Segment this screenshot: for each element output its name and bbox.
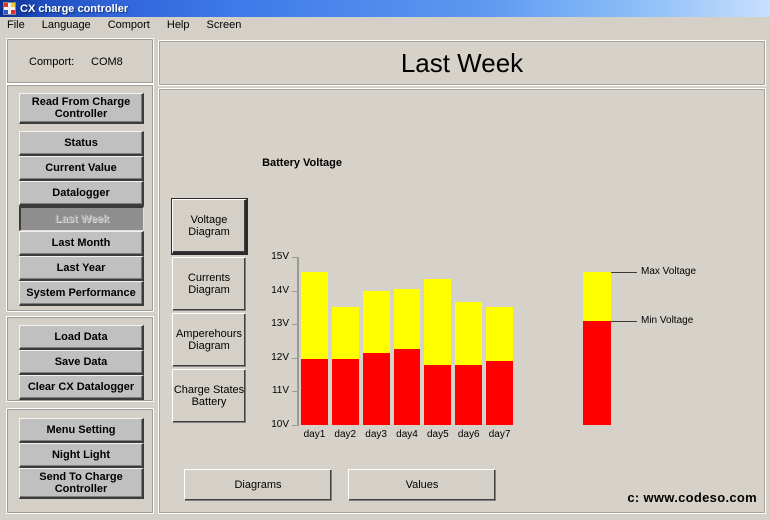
x-axis-label: day5	[427, 429, 449, 440]
bar-segment-max	[331, 307, 359, 360]
comport-label: Comport:	[29, 56, 75, 68]
bar-segment-max	[455, 302, 483, 365]
diagrams-button[interactable]: Diagrams	[184, 469, 332, 501]
x-axis-label: day1	[303, 429, 326, 440]
settings-group: Menu Setting Night Light Send To Charge …	[6, 408, 154, 514]
y-axis-tick	[292, 290, 297, 292]
bar-segment-min	[455, 364, 483, 425]
send-to-charge-controller-button[interactable]: Send To Charge Controller	[19, 468, 144, 499]
legend-leader-line	[611, 272, 637, 274]
sidebar-item-status[interactable]: Status	[19, 131, 144, 156]
x-axis-label: day2	[334, 429, 357, 440]
bar-day5	[424, 278, 452, 425]
window-titlebar: CX charge controller	[0, 0, 770, 17]
legend-indicator-bar	[583, 272, 611, 425]
battery-voltage-plot: 15V 14V 13V 12V 11V 10V day1 day2 day3 day4 day5 da…	[269, 251, 519, 440]
values-button[interactable]: Values	[348, 469, 496, 501]
night-light-button[interactable]: Night Light	[19, 443, 144, 468]
legend-label-min: Min Voltage	[641, 314, 694, 326]
bar-segment-min	[424, 364, 452, 425]
voltage-range-legend: Max Voltage Min Voltage	[569, 257, 749, 437]
charge-states-battery-button[interactable]: Charge States Battery	[172, 369, 246, 423]
bar-segment-max	[362, 290, 390, 353]
page-title: Last Week	[158, 40, 766, 86]
bar-segment-min	[362, 352, 390, 425]
save-data-button[interactable]: Save Data	[19, 350, 144, 375]
bar-day3	[362, 290, 390, 425]
menu-item-language[interactable]: Language	[39, 18, 94, 32]
legend-label-max: Max Voltage	[641, 266, 697, 278]
y-axis-label: 15V	[271, 251, 289, 262]
credit-text: c: www.codeso.com	[627, 490, 757, 505]
app-icon	[3, 2, 16, 15]
currents-diagram-button[interactable]: Currents Diagram	[172, 257, 246, 311]
load-data-button[interactable]: Load Data	[19, 325, 144, 350]
bar-day4	[393, 288, 421, 425]
x-axis-label: day6	[457, 429, 480, 440]
legend-leader-line	[611, 320, 637, 322]
y-axis-tick	[292, 425, 297, 426]
chart-title: Battery Voltage	[262, 157, 342, 169]
bar-segment-min	[393, 349, 421, 425]
bar-day1	[301, 272, 328, 425]
y-axis-label: 13V	[271, 318, 289, 330]
menu-item-comport[interactable]: Comport	[105, 18, 153, 32]
x-axis-label: day3	[365, 429, 387, 440]
bar-day6	[455, 302, 483, 425]
navigation-group: Read From Charge Controller Status Curre…	[6, 84, 154, 312]
voltage-diagram-button[interactable]: Voltage Diagram	[172, 199, 247, 254]
y-axis-label: 12V	[271, 351, 289, 363]
bar-segment-min	[301, 359, 328, 425]
bar-segment-max	[424, 278, 452, 365]
sidebar-item-datalogger[interactable]: Datalogger	[19, 181, 144, 206]
y-axis-tick	[292, 324, 297, 326]
legend-segment-min	[583, 320, 611, 425]
window-title: CX charge controller	[20, 2, 129, 15]
sidebar-item-last-week[interactable]: Last Week	[19, 206, 144, 231]
chart-pane: Battery Voltage Voltage Diagram Currents…	[158, 88, 766, 514]
bar-segment-max	[393, 288, 421, 350]
x-axis-label: day4	[396, 429, 418, 440]
bar-segment-min	[486, 361, 513, 425]
x-axis-label: day7	[488, 429, 511, 440]
y-axis-tick	[292, 257, 297, 258]
bar-day7	[486, 307, 513, 425]
bar-segment-max	[486, 307, 513, 362]
legend-segment-max	[583, 272, 611, 321]
y-axis	[297, 257, 299, 426]
comport-group: Comport: COM8	[6, 38, 154, 84]
menu-setting-button[interactable]: Menu Setting	[19, 418, 144, 443]
y-axis-label: 10V	[271, 419, 289, 430]
comport-value: COM8	[91, 56, 123, 68]
menu-bar: File Language Comport Help Screen	[0, 17, 770, 33]
bar-segment-max	[301, 272, 328, 360]
data-group: Load Data Save Data Clear CX Datalogger	[6, 316, 154, 402]
menu-item-help[interactable]: Help	[164, 18, 193, 32]
read-from-charge-controller-button[interactable]: Read From Charge Controller	[19, 93, 144, 124]
menu-item-file[interactable]: File	[4, 18, 28, 32]
sidebar-item-current-value[interactable]: Current Value	[19, 156, 144, 181]
y-axis-label: 14V	[271, 284, 289, 296]
y-axis-tick	[292, 357, 297, 359]
page-title-text: Last Week	[400, 47, 524, 78]
clear-cx-datalogger-button[interactable]: Clear CX Datalogger	[19, 375, 144, 400]
bar-segment-min	[331, 359, 359, 425]
application-window: CX charge controller File Language Compo…	[0, 0, 770, 520]
menu-item-screen[interactable]: Screen	[204, 18, 245, 32]
amperehours-diagram-button[interactable]: Amperehours Diagram	[172, 313, 246, 367]
sidebar-item-last-month[interactable]: Last Month	[19, 231, 144, 256]
sidebar-item-system-performance[interactable]: System Performance	[19, 281, 144, 306]
y-axis-label: 11V	[271, 385, 289, 397]
sidebar-item-last-year[interactable]: Last Year	[19, 256, 144, 281]
bar-day2	[331, 307, 359, 425]
y-axis-tick	[292, 391, 297, 393]
